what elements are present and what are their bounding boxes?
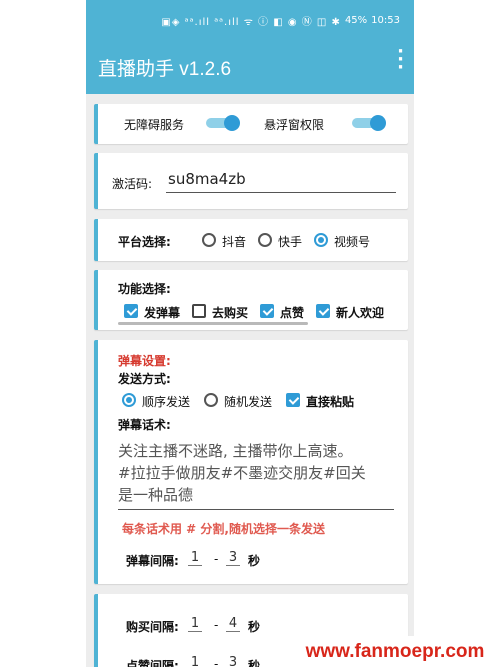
mode-radio-random[interactable] — [204, 393, 218, 407]
purchase-interval-label: 购买间隔: — [126, 620, 179, 634]
platform-option-douyin: 抖音 — [222, 235, 247, 249]
features-card: 功能选择: 发弹幕 去购买 点赞 新人欢迎 — [94, 270, 408, 330]
app-bar: 直播助手 v1.2.6 · · · — [86, 40, 414, 94]
platform-option-kuaishou: 快手 — [278, 235, 303, 249]
purchase-interval-unit: 秒 — [248, 620, 261, 634]
send-mode-label: 发送方式: — [118, 372, 171, 386]
script-textarea[interactable]: 关注主播不迷路, 主播带你上高速。 #拉拉手做朋友#不墨迹交朋友#回关 是一种品… — [118, 440, 394, 506]
platform-label: 平台选择: — [118, 235, 171, 249]
overlay-toggle[interactable] — [352, 115, 386, 131]
purchase-interval-max[interactable]: 4 — [226, 616, 240, 632]
activation-label: 激活码: — [112, 177, 153, 191]
mode-checkbox-paste[interactable] — [286, 393, 300, 407]
range-dash: - — [214, 552, 219, 566]
permissions-card: 无障碍服务 悬浮窗权限 — [94, 104, 408, 144]
platform-radio-shipinhao[interactable] — [314, 233, 328, 247]
platform-card: 平台选择: 抖音 快手 视频号 — [94, 219, 408, 261]
features-scrollbar[interactable] — [118, 322, 308, 325]
platform-option-shipinhao: 视频号 — [334, 235, 371, 249]
feature-checkbox-purchase[interactable] — [192, 304, 206, 318]
range-dash: - — [214, 618, 219, 632]
features-label: 功能选择: — [118, 282, 171, 296]
danmu-title: 弹幕设置: — [118, 354, 171, 368]
script-line: 是一种品德 — [118, 486, 194, 504]
activation-card: 激活码: su8ma4zb — [94, 153, 408, 209]
like-interval-max[interactable]: 3 — [226, 655, 240, 667]
script-line: 关注主播不迷路, 主播带你上高速。 — [118, 442, 353, 460]
feature-label-like: 点赞 — [280, 306, 305, 320]
phone-screen: ▣◈ ᵃᵃ.ıll ᵃᵃ.ıll ᯤ ⓘ ◧ ◉ Ⓝ ◫ ✱ 45% 10:53… — [86, 0, 414, 667]
activation-underline — [166, 192, 396, 193]
mode-label-random: 随机发送 — [224, 395, 273, 409]
mode-radio-sequential[interactable] — [122, 393, 136, 407]
danmu-interval-label: 弹幕间隔: — [126, 554, 179, 568]
danmu-interval-unit: 秒 — [248, 554, 261, 568]
activation-code-input[interactable]: su8ma4zb — [168, 170, 246, 188]
like-interval-label: 点赞间隔: — [126, 659, 179, 667]
purchase-interval-min[interactable]: 1 — [188, 616, 202, 632]
feature-checkbox-like[interactable] — [260, 304, 274, 318]
like-interval-min[interactable]: 1 — [188, 655, 202, 667]
script-underline — [118, 509, 394, 510]
clock: 10:53 — [371, 14, 400, 26]
watermark: www.fanmoepr.com — [290, 636, 500, 667]
feature-checkbox-welcome[interactable] — [316, 304, 330, 318]
mode-label-sequential: 顺序发送 — [142, 395, 191, 409]
script-hint: 每条话术用 # 分割,随机选择一条发送 — [122, 522, 325, 536]
range-dash: - — [214, 657, 219, 667]
danmu-settings-card: 弹幕设置: 发送方式: 顺序发送 随机发送 直接粘贴 弹幕话术: 关注主播不迷路… — [94, 340, 408, 584]
battery-level: 45% — [344, 14, 368, 26]
more-vert-icon[interactable]: · · · — [397, 43, 404, 77]
feature-label-purchase: 去购买 — [212, 306, 249, 320]
script-line: #拉拉手做朋友#不墨迹交朋友#回关 — [118, 464, 366, 482]
feature-label-danmu: 发弹幕 — [144, 306, 181, 320]
like-interval-unit: 秒 — [248, 659, 261, 667]
status-bar: ▣◈ ᵃᵃ.ıll ᵃᵃ.ıll ᯤ ⓘ ◧ ◉ Ⓝ ◫ ✱ 45% 10:53 — [86, 0, 414, 40]
danmu-interval-max[interactable]: 3 — [226, 550, 240, 566]
status-icons: ▣◈ ᵃᵃ.ıll ᵃᵃ.ıll ᯤ ⓘ ◧ ◉ Ⓝ ◫ ✱ — [161, 16, 341, 28]
platform-radio-douyin[interactable] — [202, 233, 216, 247]
feature-label-welcome: 新人欢迎 — [336, 306, 385, 320]
feature-checkbox-danmu[interactable] — [124, 304, 138, 318]
danmu-interval-min[interactable]: 1 — [188, 550, 202, 566]
mode-label-paste: 直接粘贴 — [306, 395, 355, 409]
platform-radio-kuaishou[interactable] — [258, 233, 272, 247]
script-label: 弹幕话术: — [118, 418, 171, 432]
app-title: 直播助手 v1.2.6 — [98, 58, 232, 80]
overlay-label: 悬浮窗权限 — [264, 118, 325, 132]
accessibility-toggle[interactable] — [206, 115, 240, 131]
accessibility-label: 无障碍服务 — [124, 118, 185, 132]
